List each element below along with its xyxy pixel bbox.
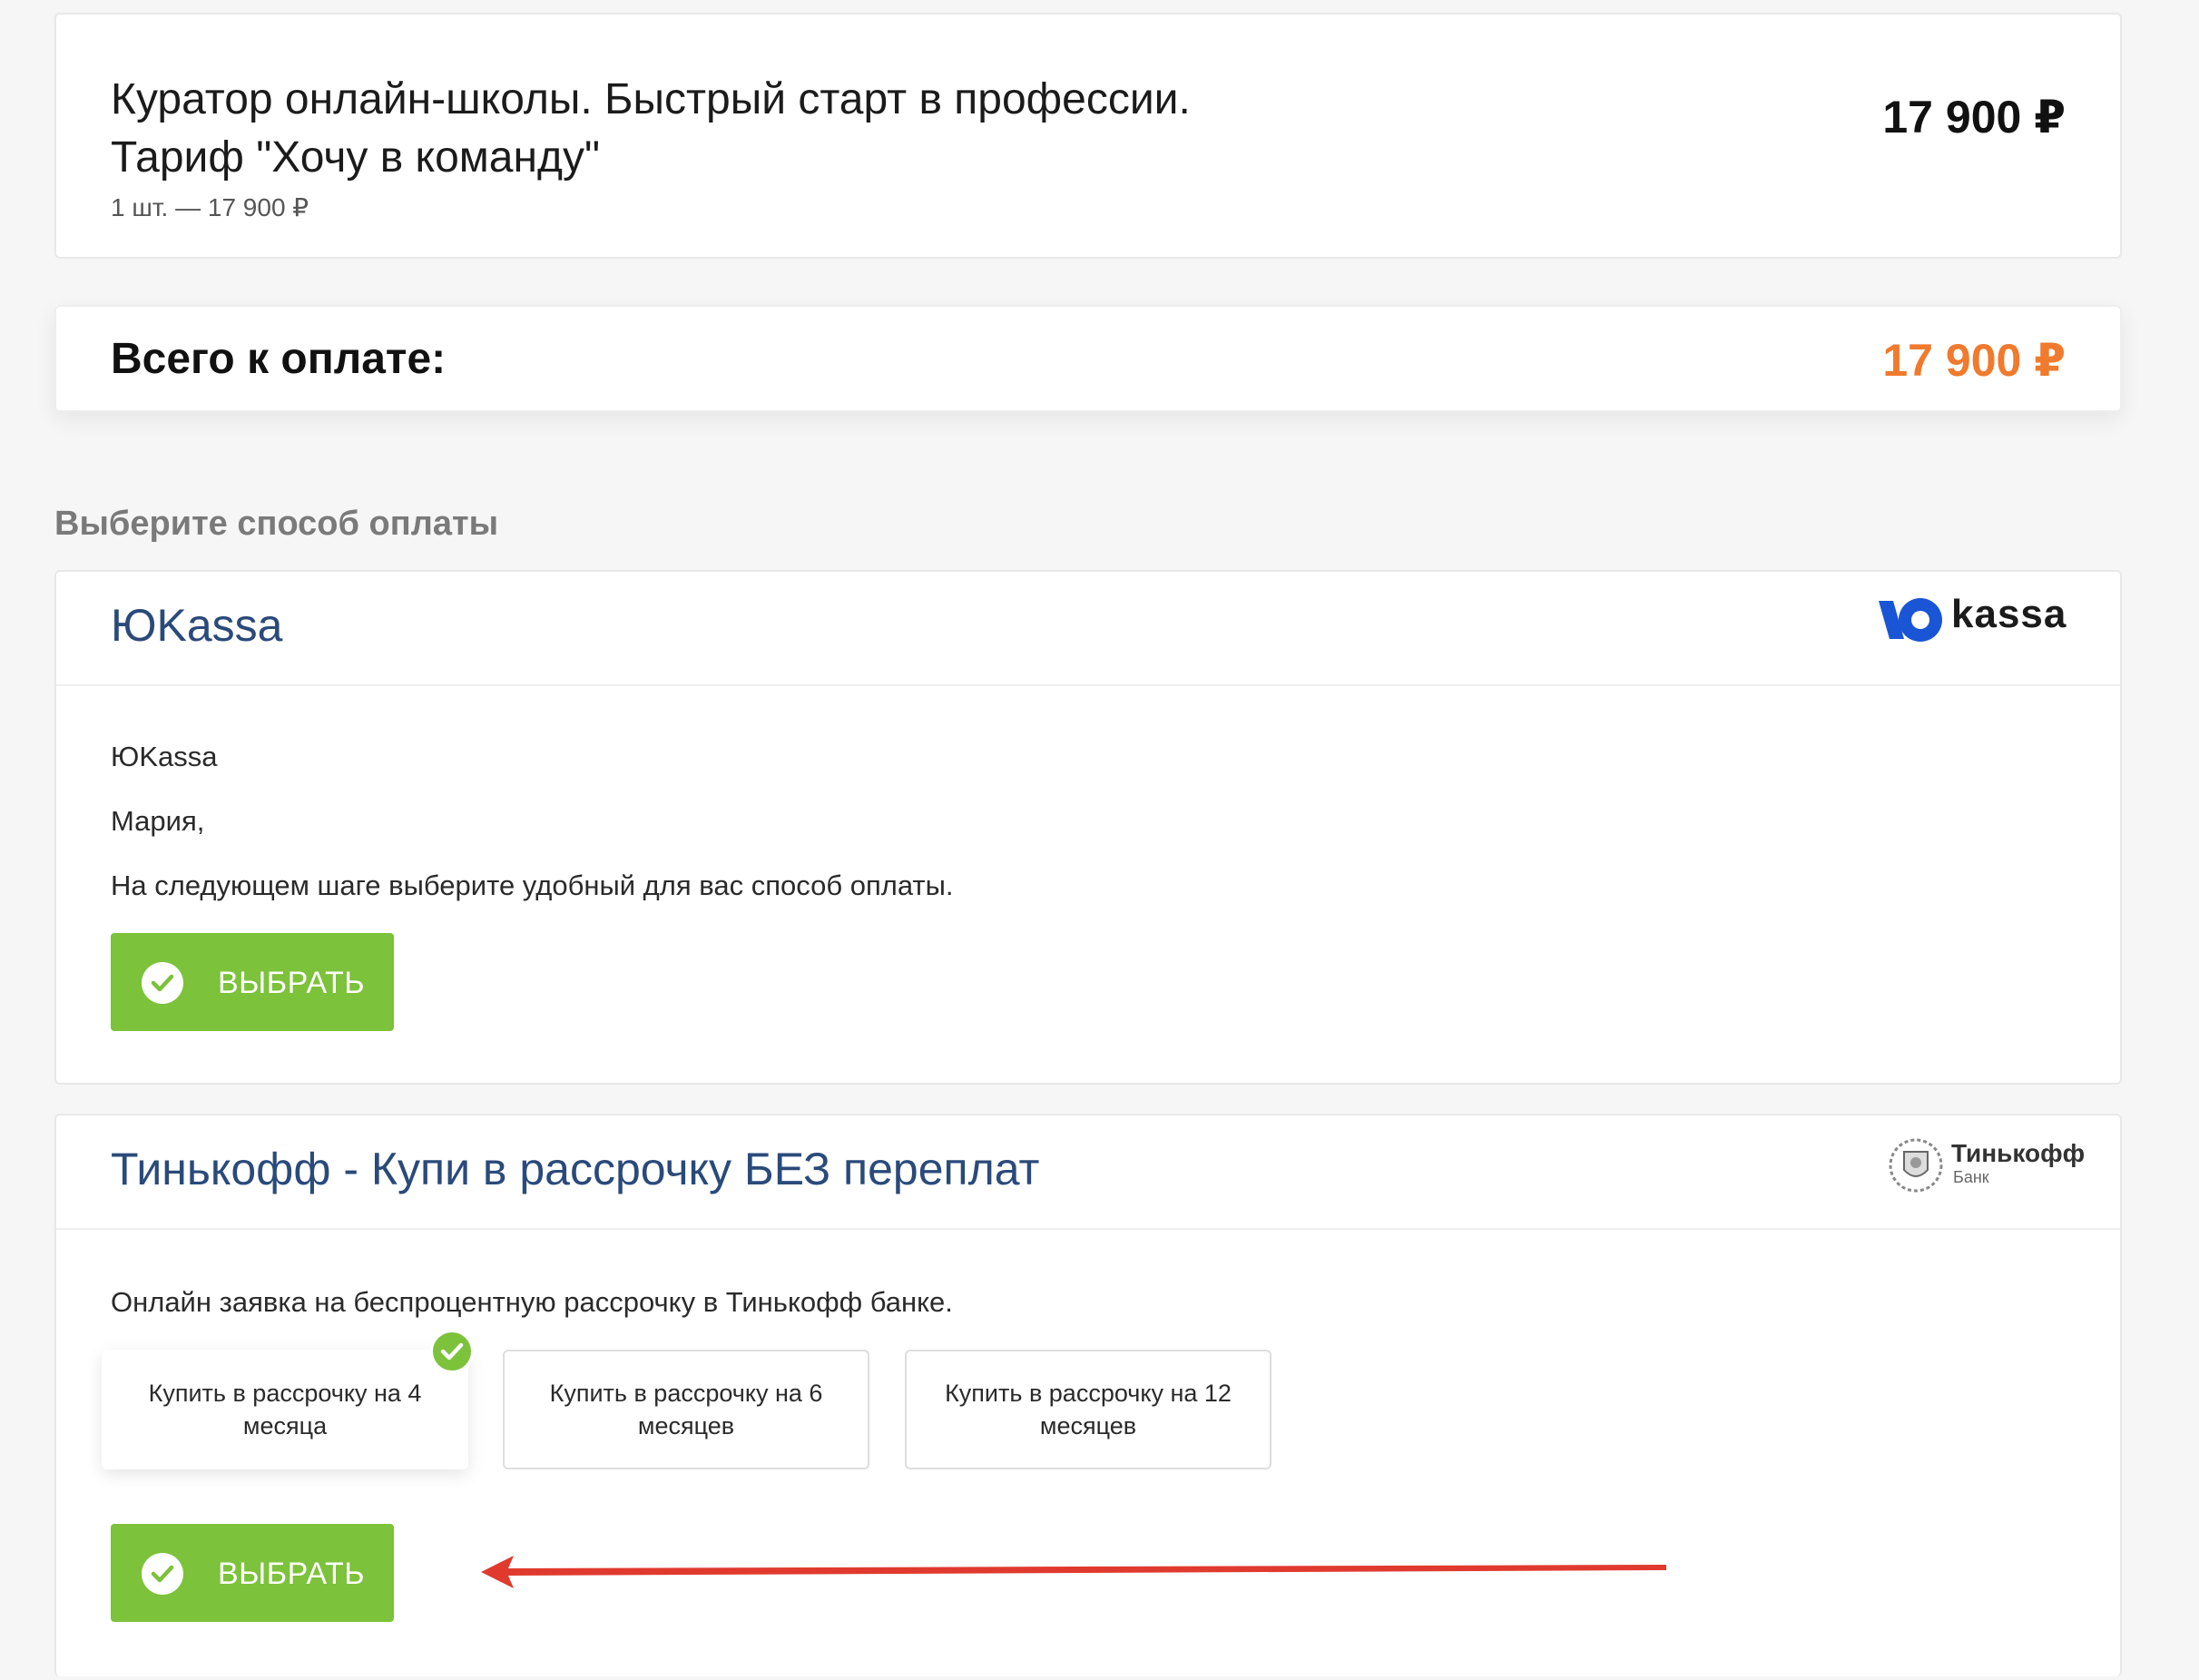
total-amount: 17 900 ₽ — [1882, 335, 2066, 386]
select-button-label: ВЫБРАТЬ — [218, 966, 366, 1000]
installment-option-label: Купить в рассрочку на 6 месяцев — [549, 1380, 823, 1439]
payment-method-tinkoff: Тинькофф - Купи в рассрочку БЕЗ переплат… — [54, 1114, 2122, 1676]
payment-method-title: ЮKassa — [111, 600, 283, 651]
order-item-quantity: 1 шт. — 17 900 ₽ — [111, 193, 309, 221]
tinkoff-logo-subtext: Банк — [1953, 1168, 1989, 1186]
order-item-title-line2: Тариф "Хочу в команду" — [111, 133, 601, 182]
tinkoff-emblem-icon — [1889, 1138, 1943, 1193]
tinkoff-description: Онлайн заявка на беспроцентную рассрочку… — [111, 1286, 953, 1318]
installment-option-label: Купить в рассрочку на 4 месяца — [148, 1380, 422, 1439]
payment-method-header: ЮKassa kassa — [56, 572, 2120, 686]
order-item-price: 17 900 ₽ — [1882, 92, 2066, 142]
installment-option-label: Купить в рассрочку на 12 месяцев — [945, 1380, 1232, 1439]
tinkoff-logo: Тинькофф Банк — [1886, 1130, 2085, 1203]
order-total-card: Всего к оплате: 17 900 ₽ — [54, 305, 2122, 412]
yukassa-logo-text: kassa — [1951, 592, 2067, 636]
yukassa-logo: kassa — [1877, 588, 2067, 652]
order-item-card: Куратор онлайн-школы. Быстрый старт в пр… — [54, 13, 2122, 259]
yukassa-text-line3: На следующем шаге выберите удобный для в… — [111, 869, 954, 901]
selected-check-icon — [430, 1330, 474, 1373]
payment-method-title: Тинькофф - Купи в рассрочку БЕЗ переплат — [111, 1144, 1040, 1194]
yukassa-text-line2: Мария, — [111, 805, 205, 837]
installment-option-6-months[interactable]: Купить в рассрочку на 6 месяцев — [503, 1350, 869, 1469]
installment-option-12-months[interactable]: Купить в рассрочку на 12 месяцев — [905, 1350, 1271, 1469]
total-label: Всего к оплате: — [111, 335, 447, 383]
yukassa-logo-icon — [1879, 598, 1942, 642]
payment-section-title: Выберите способ оплаты — [54, 505, 499, 543]
order-item-title-line1: Куратор онлайн-школы. Быстрый старт в пр… — [111, 75, 1191, 123]
check-icon — [142, 962, 183, 1004]
payment-method-header: Тинькофф - Купи в рассрочку БЕЗ переплат… — [56, 1115, 2120, 1230]
tinkoff-logo-text: Тинькофф — [1951, 1139, 2086, 1167]
check-icon — [142, 1553, 183, 1595]
installment-option-4-months[interactable]: Купить в рассрочку на 4 месяца — [102, 1330, 474, 1469]
annotation-arrow-icon — [481, 1556, 1666, 1588]
payment-method-yukassa: ЮKassa kassa ЮKassa Мария, На следующем … — [54, 570, 2122, 1085]
tinkoff-select-button[interactable]: ВЫБРАТЬ — [111, 1524, 394, 1622]
yukassa-text-line1: ЮKassa — [111, 741, 218, 772]
yukassa-select-button[interactable]: ВЫБРАТЬ — [111, 933, 394, 1031]
order-item-title: Куратор онлайн-школы. Быстрый старт в пр… — [111, 71, 1472, 187]
select-button-label: ВЫБРАТЬ — [218, 1557, 366, 1591]
